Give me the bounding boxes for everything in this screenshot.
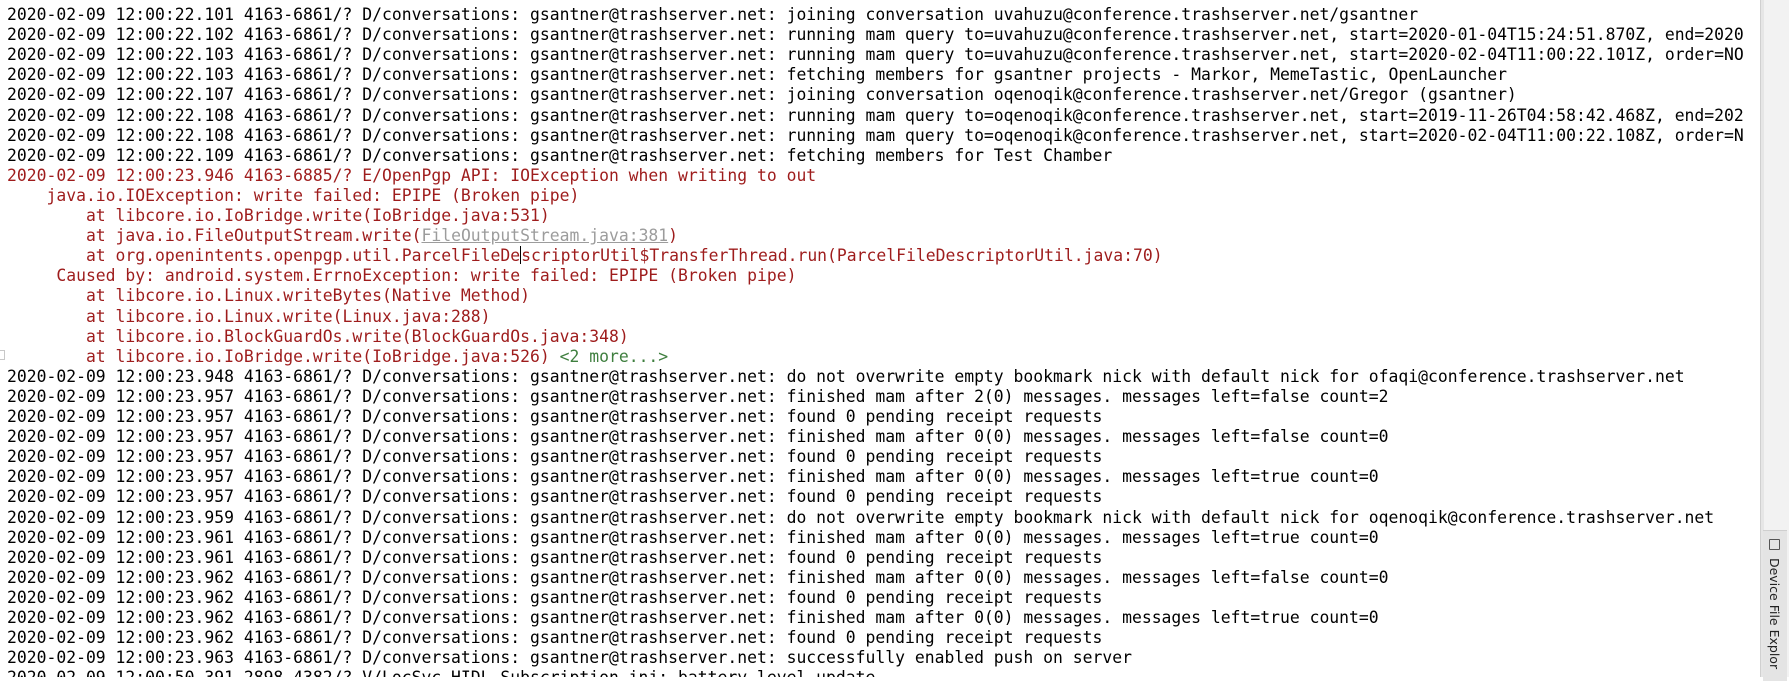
log-line: 2020-02-09 12:00:23.948 4163-6861/? D/co…	[7, 366, 1685, 386]
log-line: 2020-02-09 12:00:23.959 4163-6861/? D/co…	[7, 507, 1715, 527]
log-line-error: Caused by: android.system.ErrnoException…	[7, 266, 797, 286]
log-line: 2020-02-09 12:00:23.957 4163-6861/? D/co…	[7, 386, 1389, 406]
log-line: 2020-02-09 12:00:22.103 4163-6861/? D/co…	[7, 45, 1744, 65]
log-line-error: at libcore.io.BlockGuardOs.write(BlockGu…	[7, 326, 629, 346]
log-line-error: java.io.IOException: write failed: EPIPE…	[7, 185, 580, 205]
log-line: 2020-02-09 12:00:23.957 4163-6861/? D/co…	[7, 427, 1389, 447]
stack-frame-text: at java.io.FileOutputStream.write(	[7, 226, 422, 246]
log-line-error: 2020-02-09 12:00:23.946 4163-6885/? E/Op…	[7, 165, 817, 185]
log-line-error: at libcore.io.Linux.writeBytes(Native Me…	[7, 286, 531, 306]
stack-frame-suffix: )	[668, 226, 679, 246]
log-line-error: at libcore.io.Linux.write(Linux.java:288…	[7, 306, 491, 326]
fold-gutter-marker[interactable]	[0, 350, 5, 360]
log-line: 2020-02-09 12:00:23.962 4163-6861/? D/co…	[7, 567, 1389, 587]
log-line: 2020-02-09 12:00:22.107 4163-6861/? D/co…	[7, 85, 1517, 105]
log-line: 2020-02-09 12:00:22.108 4163-6861/? D/co…	[7, 125, 1744, 145]
log-line: 2020-02-09 12:00:23.962 4163-6861/? D/co…	[7, 608, 1379, 627]
log-line-error: at org.openintents.openpgp.util.ParcelFi…	[7, 246, 1163, 266]
stack-frame-text: at libcore.io.IoBridge.write(IoBridge.ja…	[7, 346, 550, 366]
log-line: 2020-02-09 12:00:50.391 2898-4382/? V/Lo…	[7, 668, 875, 677]
right-tool-window-bar: Device File Explor	[1760, 0, 1789, 681]
device-file-explorer-tab[interactable]: Device File Explor	[1763, 530, 1787, 681]
log-line: 2020-02-09 12:00:23.957 4163-6861/? D/co…	[7, 447, 1103, 467]
log-line: 2020-02-09 12:00:23.963 4163-6861/? D/co…	[7, 648, 1132, 668]
log-line: 2020-02-09 12:00:22.103 4163-6861/? D/co…	[7, 65, 1507, 85]
log-line: 2020-02-09 12:00:23.962 4163-6861/? D/co…	[7, 587, 1103, 607]
log-line: 2020-02-09 12:00:22.108 4163-6861/? D/co…	[7, 105, 1744, 125]
log-line: 2020-02-09 12:00:22.101 4163-6861/? D/co…	[7, 5, 1419, 24]
log-line: 2020-02-09 12:00:23.957 4163-6861/? D/co…	[7, 407, 1103, 426]
log-line-error: at libcore.io.IoBridge.write(IoBridge.ja…	[7, 206, 550, 225]
log-line: 2020-02-09 12:00:22.102 4163-6861/? D/co…	[7, 25, 1744, 45]
logcat-output[interactable]: 2020-02-09 12:00:22.101 4163-6861/? D/co…	[0, 0, 1760, 677]
device-file-explorer-label: Device File Explor	[1767, 557, 1782, 670]
stack-frame-text: at org.openintents.openpgp.util.ParcelFi…	[7, 246, 521, 266]
log-line-error: at java.io.FileOutputStream.write(FileOu…	[7, 226, 678, 246]
log-line: 2020-02-09 12:00:22.109 4163-6861/? D/co…	[7, 145, 1113, 165]
log-line: 2020-02-09 12:00:23.957 4163-6861/? D/co…	[7, 487, 1103, 507]
source-file-link[interactable]: FileOutputStream.java:381	[421, 226, 668, 245]
folded-frames-toggle[interactable]: <2 more...>	[560, 347, 669, 366]
log-line-error: at libcore.io.IoBridge.write(IoBridge.ja…	[7, 347, 668, 367]
log-line: 2020-02-09 12:00:23.961 4163-6861/? D/co…	[7, 527, 1379, 547]
log-line: 2020-02-09 12:00:23.962 4163-6861/? D/co…	[7, 628, 1103, 648]
log-line: 2020-02-09 12:00:23.961 4163-6861/? D/co…	[7, 547, 1103, 567]
device-file-explorer-icon	[1768, 539, 1780, 550]
log-line: 2020-02-09 12:00:23.957 4163-6861/? D/co…	[7, 467, 1379, 487]
stack-frame-text-rest: scriptorUtil$TransferThread.run(ParcelFi…	[521, 246, 1163, 266]
